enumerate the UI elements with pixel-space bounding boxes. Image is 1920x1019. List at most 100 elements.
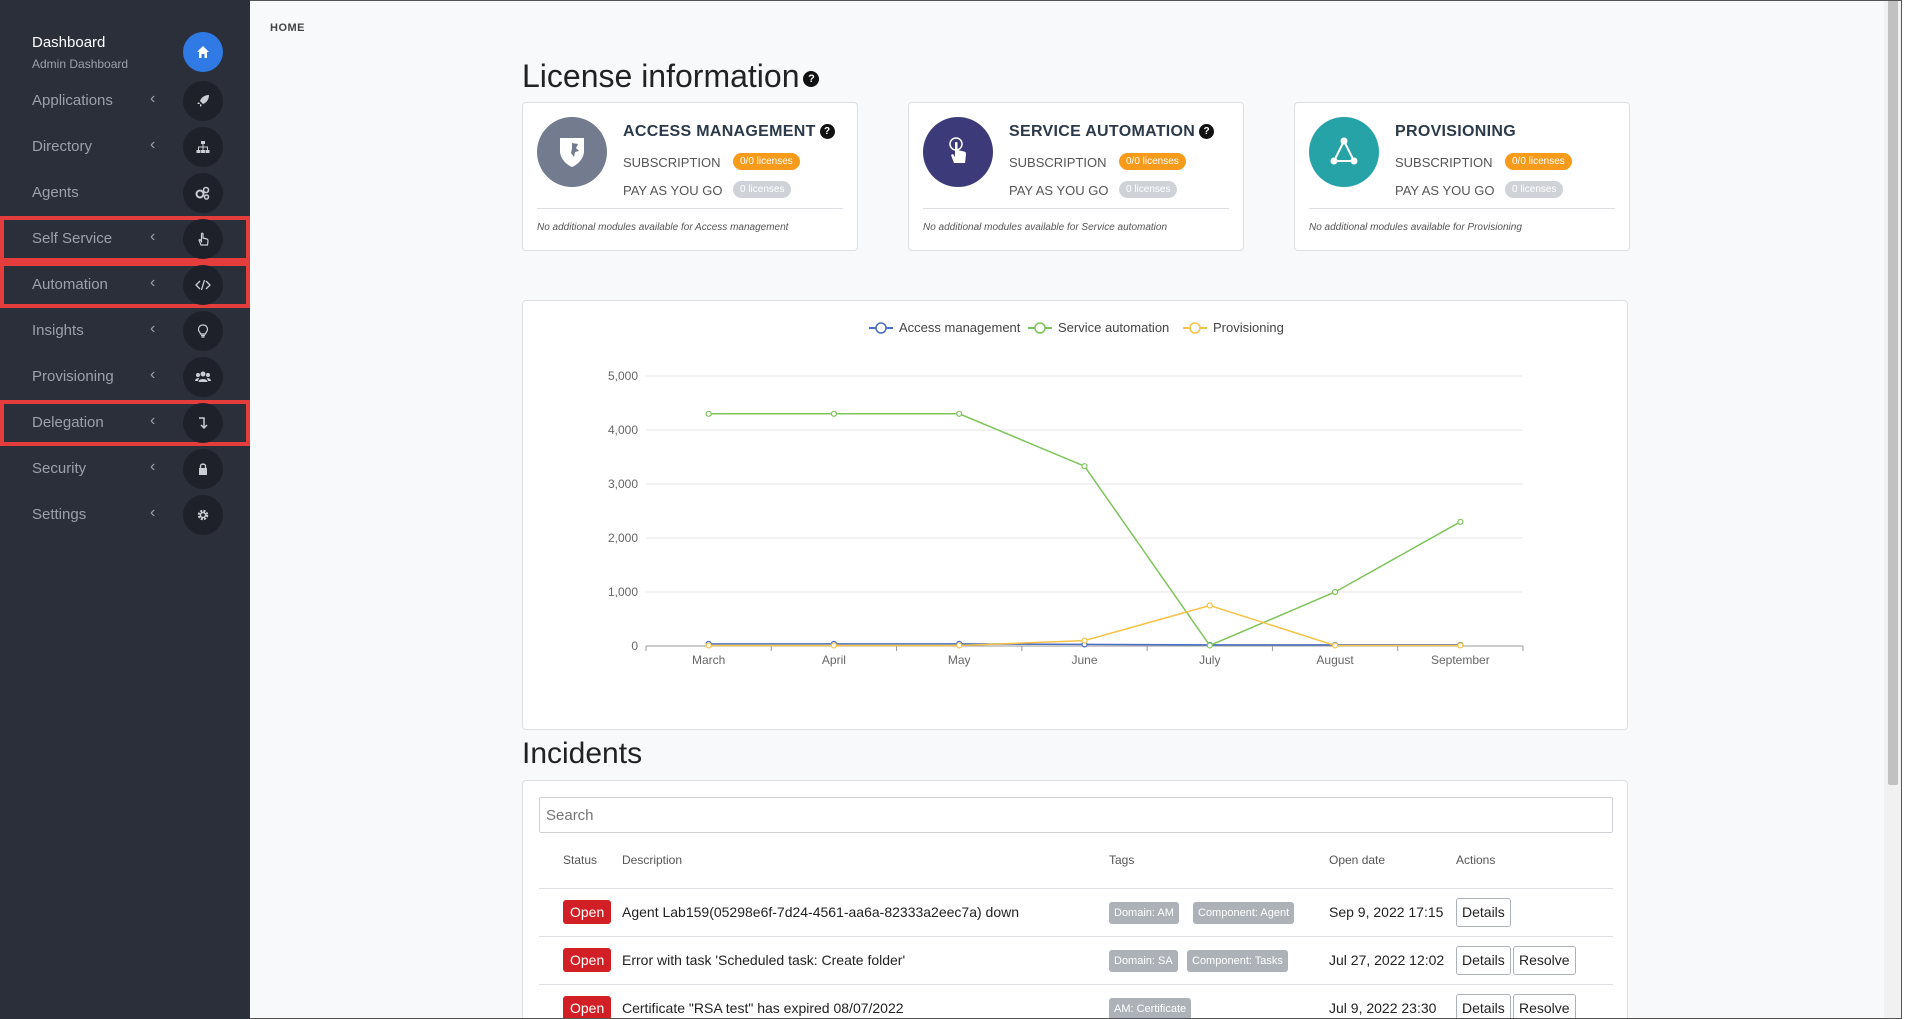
license-card-title: ACCESS MANAGEMENT? [623, 123, 835, 141]
license-card-title-text: SERVICE AUTOMATION [1009, 123, 1196, 140]
legend-label: Service automation [1058, 320, 1169, 335]
column-header-status: Status [563, 853, 598, 867]
data-point [830, 642, 838, 649]
sidebar-item-label: Provisioning [32, 368, 114, 385]
search-input[interactable] [539, 797, 1613, 833]
subscription-label: SUBSCRIPTION [1009, 155, 1107, 170]
scrollbar-thumb[interactable] [1888, 0, 1898, 785]
resolve-button[interactable]: Resolve [1513, 946, 1576, 975]
sidebar-item-label: Self Service [32, 230, 113, 247]
license-card-title-text: ACCESS MANAGEMENT [623, 123, 816, 140]
license-card-access-management: ACCESS MANAGEMENT? SUBSCRIPTION 0/0 licen… [522, 102, 858, 251]
chevron-left-icon: ‹ [150, 136, 156, 153]
pointer-hand-icon [183, 219, 223, 259]
sidebar-item-automation[interactable]: Automation ‹ [0, 262, 250, 308]
y-tick-label: 4,000 [608, 423, 638, 437]
details-button[interactable]: Details [1456, 898, 1511, 927]
x-tick-label: April [822, 653, 846, 667]
sidebar-item-insights[interactable]: Insights ‹ [0, 308, 250, 354]
payg-row: PAY AS YOU GO 0 licenses [623, 181, 792, 198]
incidents-heading: Incidents [522, 737, 643, 770]
tag-badge: AM: Certificate [1109, 998, 1192, 1019]
license-card-note: No additional modules available for Prov… [1309, 222, 1522, 233]
gear-icon [183, 495, 223, 535]
y-tick-label: 1,000 [608, 585, 638, 599]
sidebar-item-agents[interactable]: Agents [0, 170, 250, 216]
data-point [956, 642, 963, 649]
open-date: Jul 9, 2022 23:30 [1329, 1000, 1437, 1016]
breadcrumb[interactable]: HOME [270, 22, 305, 34]
divider [537, 208, 843, 209]
license-card-title: PROVISIONING [1395, 123, 1516, 141]
chevron-left-icon: ‹ [150, 504, 156, 521]
sidebar-item-label: Applications [32, 92, 113, 109]
help-icon[interactable]: ? [803, 70, 820, 87]
subscription-row: SUBSCRIPTION 0/0 licenses [1395, 153, 1572, 170]
home-icon[interactable] [183, 32, 223, 72]
sidebar-item-security[interactable]: Security ‹ [0, 446, 250, 492]
sidebar-item-self-service[interactable]: Self Service ‹ [0, 216, 250, 262]
help-icon[interactable]: ? [1199, 124, 1215, 140]
chevron-left-icon: ‹ [150, 412, 156, 429]
data-point [1331, 588, 1339, 596]
x-tick-label: June [1071, 653, 1097, 667]
open-date: Sep 9, 2022 17:15 [1329, 904, 1444, 920]
payg-row: PAY AS YOU GO 0 licenses [1395, 181, 1564, 198]
sidebar-subtitle: Admin Dashboard [32, 57, 129, 71]
license-heading-text: License information [522, 58, 800, 94]
details-button[interactable]: Details [1456, 994, 1511, 1019]
table-row: Open Error with task 'Scheduled task: Cr… [539, 936, 1613, 984]
resolve-button[interactable]: Resolve [1513, 994, 1576, 1019]
data-point [1457, 642, 1464, 649]
main-content: HOME License information? ACCESS MANAGEM… [250, 0, 1902, 1019]
data-point [1081, 637, 1088, 644]
subscription-badge: 0/0 licenses [733, 153, 800, 170]
payg-badge: 0 licenses [1505, 181, 1564, 198]
license-card-service-automation: SERVICE AUTOMATION? SUBSCRIPTION 0/0 lice… [908, 102, 1244, 251]
chevron-left-icon: ‹ [150, 366, 156, 383]
sidebar-item-delegation[interactable]: Delegation ‹ [0, 400, 250, 446]
sidebar-item-directory[interactable]: Directory ‹ [0, 124, 250, 170]
details-button[interactable]: Details [1456, 946, 1511, 975]
data-point [1331, 642, 1339, 649]
help-icon[interactable]: ? [819, 124, 835, 140]
payg-label: PAY AS YOU GO [623, 183, 723, 198]
shield-icon [537, 117, 607, 187]
sidebar-item-applications[interactable]: Applications ‹ [0, 78, 250, 124]
license-card-note: No additional modules available for Acce… [537, 222, 789, 233]
x-tick-label: September [1431, 653, 1490, 667]
sidebar-item-label: Agents [32, 184, 79, 201]
column-header-tags: Tags [1109, 853, 1135, 867]
chevron-left-icon: ‹ [150, 458, 156, 475]
users-icon [183, 357, 223, 397]
data-point [705, 642, 712, 649]
chevron-left-icon: ‹ [150, 228, 156, 245]
subscription-row: SUBSCRIPTION 0/0 licenses [623, 153, 800, 170]
tag-badge: Domain: AM [1109, 902, 1179, 924]
y-tick-label: 0 [631, 639, 638, 653]
payg-badge: 0 licenses [733, 181, 792, 198]
license-card-provisioning: PROVISIONING SUBSCRIPTION 0/0 licenses PA… [1294, 102, 1630, 251]
data-point [956, 410, 963, 417]
sidebar-item-label: Security [32, 460, 87, 477]
sidebar-item-provisioning[interactable]: Provisioning ‹ [0, 354, 250, 400]
sitemap-icon [183, 127, 223, 167]
y-tick-label: 5,000 [608, 369, 638, 383]
table-row: Open Certificate "RSA test" has expired … [539, 984, 1613, 1019]
touch-icon [923, 117, 993, 187]
sidebar-item-settings[interactable]: Settings ‹ [0, 492, 250, 538]
sidebar-item-label: Delegation [32, 414, 104, 431]
x-tick-label: May [948, 653, 971, 667]
payg-label: PAY AS YOU GO [1009, 183, 1109, 198]
scrollbar[interactable] [1884, 0, 1902, 1019]
license-chart: 0 1,000 2,000 3,000 4,000 5,000 March April May J… [522, 300, 1628, 730]
series-line [708, 413, 1461, 647]
subscription-badge: 0/0 licenses [1119, 153, 1186, 170]
subscription-label: SUBSCRIPTION [1395, 155, 1493, 170]
sidebar-title[interactable]: Dashboard [32, 34, 128, 51]
y-tick-label: 2,000 [608, 531, 638, 545]
data-point [1081, 463, 1088, 470]
payg-label: PAY AS YOU GO [1395, 183, 1495, 198]
status-badge: Open [563, 996, 612, 1019]
sidebar-header[interactable]: Dashboard Admin Dashboard [32, 34, 128, 71]
